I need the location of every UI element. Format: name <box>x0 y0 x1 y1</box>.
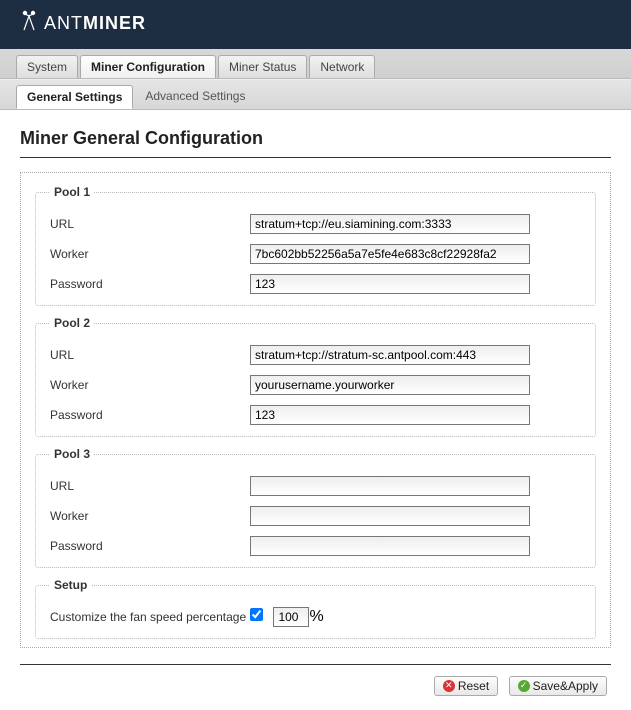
tab-network[interactable]: Network <box>309 55 375 78</box>
sub-tabs: General Settings Advanced Settings <box>0 79 631 110</box>
percent-sign: % <box>309 608 323 625</box>
setup: Setup Customize the fan speed percentage… <box>35 578 596 639</box>
pool-2-url-input[interactable] <box>250 345 530 365</box>
pool-1-password-input[interactable] <box>250 274 530 294</box>
tab-miner-configuration[interactable]: Miner Configuration <box>80 55 216 78</box>
app-header: ANTMINER <box>0 0 631 49</box>
pool-2-legend: Pool 2 <box>50 316 94 330</box>
pool-2-url-label: URL <box>50 348 250 362</box>
page-title: Miner General Configuration <box>20 128 611 158</box>
pool-1-url-label: URL <box>50 217 250 231</box>
pool-3-worker-input[interactable] <box>250 506 530 526</box>
pool-3-legend: Pool 3 <box>50 447 94 461</box>
brand-logo: ANTMINER <box>20 10 611 37</box>
pool-3-url-input[interactable] <box>250 476 530 496</box>
pool-1-url-input[interactable] <box>250 214 530 234</box>
pool-1-worker-input[interactable] <box>250 244 530 264</box>
fan-speed-checkbox[interactable] <box>250 608 263 621</box>
content-area: Miner General Configuration Pool 1 URL W… <box>0 110 631 710</box>
antenna-icon <box>20 10 38 37</box>
pool-3-password-input[interactable] <box>250 536 530 556</box>
pool-1: Pool 1 URL Worker Password <box>35 185 596 306</box>
reset-button[interactable]: ✕Reset <box>434 676 498 696</box>
pool-2-password-input[interactable] <box>250 405 530 425</box>
pool-3-url-label: URL <box>50 479 250 493</box>
pool-1-worker-label: Worker <box>50 247 250 261</box>
brand-name: ANTMINER <box>44 13 146 34</box>
pool-3: Pool 3 URL Worker Password <box>35 447 596 568</box>
pool-2-password-label: Password <box>50 408 250 422</box>
tab-general-settings[interactable]: General Settings <box>16 85 133 109</box>
config-form: Pool 1 URL Worker Password Pool 2 URL Wo… <box>20 172 611 648</box>
pool-2-worker-label: Worker <box>50 378 250 392</box>
setup-legend: Setup <box>50 578 91 592</box>
action-bar: ✕Reset ✓Save&Apply <box>20 675 611 696</box>
tab-advanced-settings[interactable]: Advanced Settings <box>135 85 255 109</box>
main-tabs: System Miner Configuration Miner Status … <box>0 49 631 79</box>
pool-2-worker-input[interactable] <box>250 375 530 395</box>
tab-system[interactable]: System <box>16 55 78 78</box>
pool-3-password-label: Password <box>50 539 250 553</box>
reset-icon: ✕ <box>443 680 455 692</box>
tab-miner-status[interactable]: Miner Status <box>218 55 307 78</box>
fan-speed-input[interactable] <box>273 607 309 627</box>
pool-1-password-label: Password <box>50 277 250 291</box>
save-apply-button[interactable]: ✓Save&Apply <box>509 676 607 696</box>
pool-3-worker-label: Worker <box>50 509 250 523</box>
pool-1-legend: Pool 1 <box>50 185 94 199</box>
pool-2: Pool 2 URL Worker Password <box>35 316 596 437</box>
apply-icon: ✓ <box>518 680 530 692</box>
separator <box>20 664 611 665</box>
fan-speed-label: Customize the fan speed percentage <box>50 609 250 626</box>
